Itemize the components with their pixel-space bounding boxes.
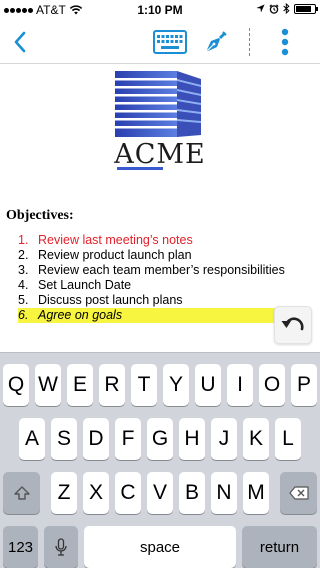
item-number: 4. (18, 278, 29, 292)
backspace-icon (288, 486, 309, 500)
item-number: 6. (18, 308, 29, 322)
key[interactable]: F (115, 418, 141, 460)
key[interactable]: O (259, 364, 285, 406)
key[interactable]: H (179, 418, 205, 460)
dictation-key[interactable] (44, 526, 78, 568)
key[interactable]: M (243, 472, 269, 514)
battery-icon (294, 3, 318, 14)
status-right (256, 3, 318, 14)
nav-bar (0, 20, 320, 64)
key[interactable]: K (243, 418, 269, 460)
key[interactable]: C (115, 472, 141, 514)
key[interactable]: S (51, 418, 77, 460)
location-arrow-icon (256, 4, 265, 13)
list-item: 2. Review product launch plan (18, 248, 285, 263)
document-canvas[interactable]: ACME Objectives: 1. Review last meeting’… (0, 65, 320, 355)
building-logo-icon (115, 71, 201, 137)
shift-key[interactable] (3, 472, 40, 514)
keyboard-row-2: A S D F G H J K L (0, 418, 320, 460)
undo-button[interactable] (274, 306, 312, 344)
key[interactable]: X (83, 472, 109, 514)
space-key[interactable]: space (84, 526, 236, 568)
more-options-button[interactable] (270, 20, 300, 64)
item-number: 3. (18, 263, 29, 277)
key[interactable]: E (67, 364, 93, 406)
keyboard-row-4: 123 space return (0, 526, 320, 568)
item-number: 1. (18, 233, 29, 247)
nav-divider (249, 28, 250, 56)
key[interactable]: A (19, 418, 45, 460)
return-key[interactable]: return (242, 526, 317, 568)
battery-fill (296, 5, 312, 12)
item-text: Set Launch Date (38, 278, 132, 292)
list-item: 5. Discuss post launch plans (18, 293, 285, 308)
list-item: 4. Set Launch Date (18, 278, 285, 293)
shift-arrow-icon (13, 486, 30, 500)
key[interactable]: I (227, 364, 253, 406)
numbers-key[interactable]: 123 (3, 526, 38, 568)
vertical-ellipsis-icon (281, 28, 289, 56)
item-text: Review each team member’s responsibiliti… (38, 263, 285, 277)
back-button[interactable] (4, 20, 36, 64)
item-text: Agree on goals (38, 308, 123, 322)
keyboard-icon (153, 30, 187, 54)
chevron-left-icon (14, 31, 26, 53)
key[interactable]: D (83, 418, 109, 460)
keyboard-row-3: Z X C V B N M (0, 472, 320, 514)
list-item: 6. Agree on goals (18, 308, 285, 323)
objectives-heading: Objectives: (6, 208, 74, 223)
list-item: 1. Review last meeting’s notes (18, 233, 285, 248)
status-bar: AT&T 1:10 PM (0, 0, 320, 20)
key[interactable]: B (179, 472, 205, 514)
key[interactable]: V (147, 472, 173, 514)
keyboard-row-1: Q W E R T Y U I O P (0, 364, 320, 406)
key[interactable]: N (211, 472, 237, 514)
key[interactable]: Y (163, 364, 189, 406)
objectives-list: 1. Review last meeting’s notes 2. Review… (18, 233, 285, 323)
list-item: 3. Review each team member’s responsibil… (18, 263, 285, 278)
item-text: Discuss post launch plans (38, 293, 183, 307)
key[interactable]: J (211, 418, 237, 460)
on-screen-keyboard: Q W E R T Y U I O P A S D F G H J K L Z … (0, 352, 320, 568)
key[interactable]: L (275, 418, 301, 460)
bluetooth-icon (283, 3, 290, 14)
logo-wordmark: ACME (114, 139, 206, 170)
key[interactable]: W (35, 364, 61, 406)
key[interactable]: R (99, 364, 125, 406)
key[interactable]: Q (3, 364, 29, 406)
alarm-clock-icon (269, 3, 279, 14)
pen-nib-icon (205, 31, 227, 53)
acme-logo: ACME (105, 69, 215, 173)
logo-underline (117, 167, 163, 170)
item-text: Review last meeting’s notes (38, 233, 193, 247)
microphone-icon (55, 538, 67, 556)
item-number: 5. (18, 293, 29, 307)
keyboard-toggle-button[interactable] (150, 20, 190, 64)
key[interactable]: P (291, 364, 317, 406)
pen-tool-button[interactable] (198, 20, 234, 64)
key[interactable]: G (147, 418, 173, 460)
delete-key[interactable] (280, 472, 317, 514)
item-text: Review product launch plan (38, 248, 192, 262)
key[interactable]: U (195, 364, 221, 406)
key[interactable]: T (131, 364, 157, 406)
undo-icon (281, 317, 304, 331)
key[interactable]: Z (51, 472, 77, 514)
item-number: 2. (18, 248, 29, 262)
